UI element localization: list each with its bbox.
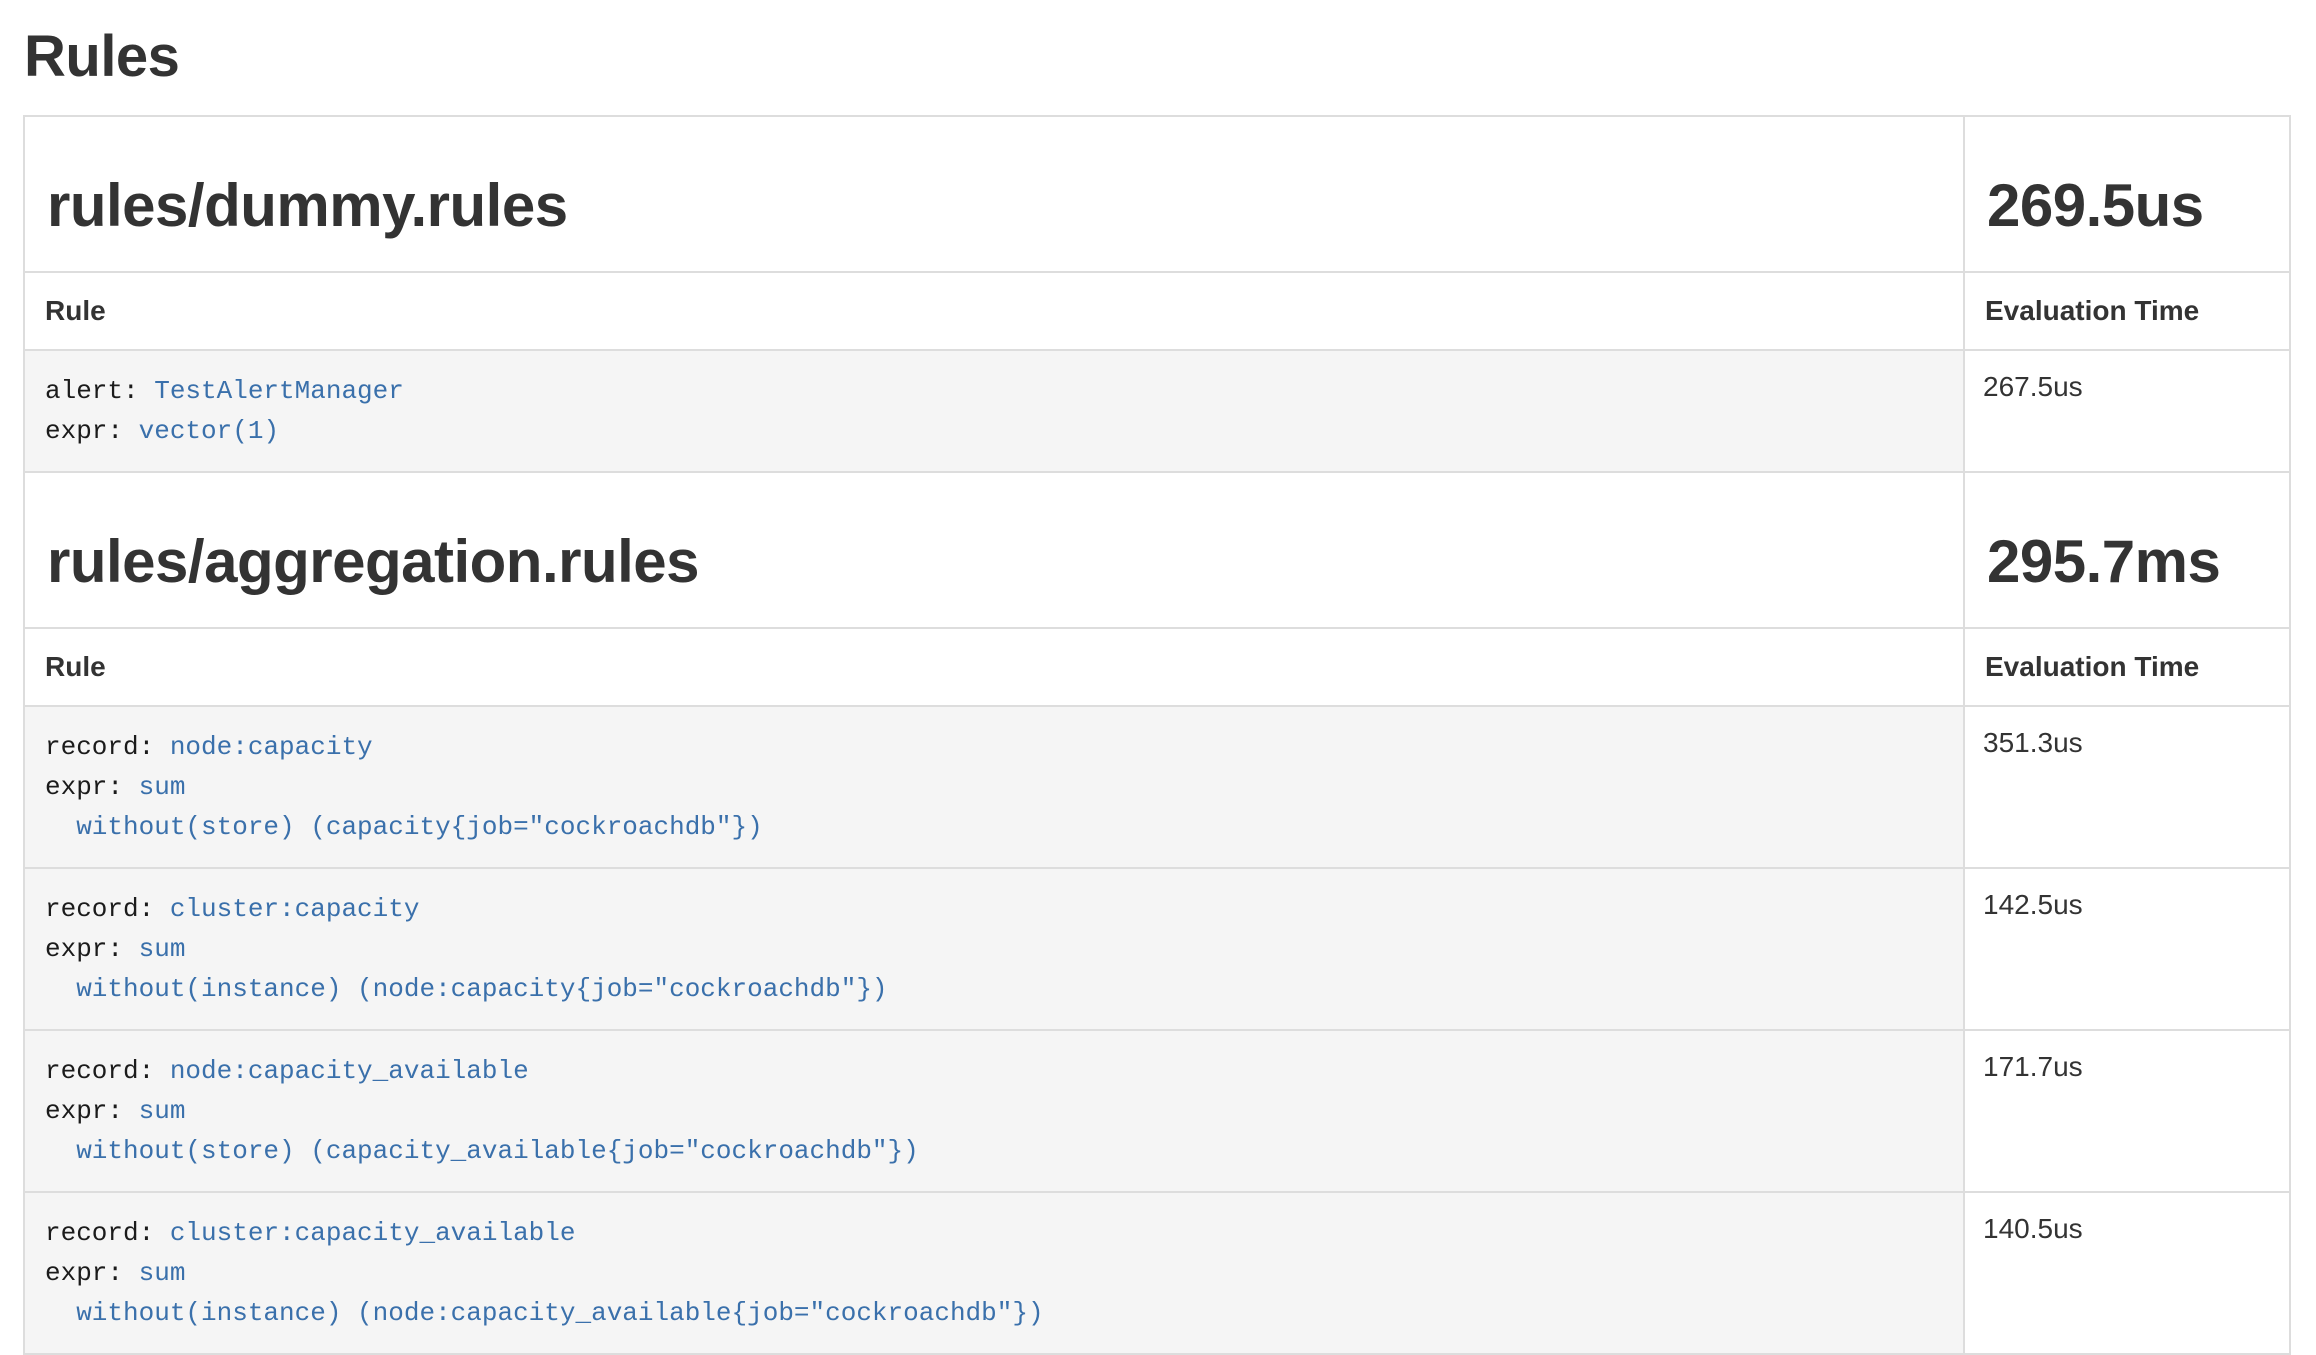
rule-type-label: record:	[45, 732, 170, 762]
rule-group-header-row: rules/dummy.rules 269.5us	[24, 116, 2290, 272]
rule-definition: record: cluster:capacity expr: sum witho…	[45, 889, 1943, 1009]
column-header-row: Rule Evaluation Time	[24, 628, 2290, 706]
expr-label: expr:	[45, 772, 139, 802]
rule-group-time-cell: 269.5us	[1964, 116, 2290, 272]
rules-page: Rules rules/dummy.rules 269.5us Rule Eva…	[0, 24, 2316, 1355]
rule-definition-cell: record: node:capacity expr: sum without(…	[24, 706, 1964, 868]
evaluation-time-column-header: Evaluation Time	[1964, 628, 2290, 706]
rule-evaluation-time: 171.7us	[1964, 1030, 2290, 1192]
rule-group-time-cell: 295.7ms	[1964, 472, 2290, 628]
column-header-row: Rule Evaluation Time	[24, 272, 2290, 350]
rule-name-link[interactable]: node:capacity	[170, 732, 373, 762]
rule-group-evaluation-time: 295.7ms	[1987, 529, 2267, 595]
rule-type-label: record:	[45, 894, 170, 924]
expr-label: expr:	[45, 934, 139, 964]
rule-definition-cell: record: cluster:capacity_available expr:…	[24, 1192, 1964, 1354]
rule-expr-link[interactable]: sum without(store) (capacity_available{j…	[45, 1096, 919, 1166]
rule-evaluation-time: 267.5us	[1964, 350, 2290, 472]
rule-name-link[interactable]: node:capacity_available	[170, 1056, 529, 1086]
rule-type-label: alert:	[45, 376, 154, 406]
rule-group-header-row: rules/aggregation.rules 295.7ms	[24, 472, 2290, 628]
rules-table: rules/dummy.rules 269.5us Rule Evaluatio…	[23, 115, 2291, 1355]
rule-row: record: node:capacity expr: sum without(…	[24, 706, 2290, 868]
rule-expr-link[interactable]: sum without(instance) (node:capacity_ava…	[45, 1258, 1044, 1328]
page-title: Rules	[24, 24, 2290, 91]
rule-expr-link[interactable]: sum without(store) (capacity{job="cockro…	[45, 772, 763, 842]
rule-row: alert: TestAlertManager expr: vector(1) …	[24, 350, 2290, 472]
rule-type-label: record:	[45, 1056, 170, 1086]
rule-name-link[interactable]: cluster:capacity	[170, 894, 420, 924]
rule-group-name-cell: rules/dummy.rules	[24, 116, 1964, 272]
rule-evaluation-time: 351.3us	[1964, 706, 2290, 868]
rule-group-name-cell: rules/aggregation.rules	[24, 472, 1964, 628]
rule-column-header: Rule	[24, 272, 1964, 350]
rule-row: record: cluster:capacity expr: sum witho…	[24, 868, 2290, 1030]
rule-definition: record: node:capacity expr: sum without(…	[45, 727, 1943, 847]
evaluation-time-column-header: Evaluation Time	[1964, 272, 2290, 350]
rule-group-evaluation-time: 269.5us	[1987, 173, 2267, 239]
rule-group-name: rules/aggregation.rules	[47, 529, 1941, 595]
rule-name-link[interactable]: cluster:capacity_available	[170, 1218, 576, 1248]
rule-column-header: Rule	[24, 628, 1964, 706]
rule-definition: alert: TestAlertManager expr: vector(1)	[45, 371, 1943, 451]
rule-definition: record: node:capacity_available expr: su…	[45, 1051, 1943, 1171]
rule-definition-cell: record: node:capacity_available expr: su…	[24, 1030, 1964, 1192]
rule-type-label: record:	[45, 1218, 170, 1248]
rule-definition-cell: alert: TestAlertManager expr: vector(1)	[24, 350, 1964, 472]
rule-name-link[interactable]: TestAlertManager	[154, 376, 404, 406]
rule-definition: record: cluster:capacity_available expr:…	[45, 1213, 1943, 1333]
rule-row: record: cluster:capacity_available expr:…	[24, 1192, 2290, 1354]
rule-evaluation-time: 140.5us	[1964, 1192, 2290, 1354]
expr-label: expr:	[45, 1096, 139, 1126]
rule-expr-link[interactable]: vector(1)	[139, 416, 279, 446]
rule-evaluation-time: 142.5us	[1964, 868, 2290, 1030]
expr-label: expr:	[45, 416, 139, 446]
expr-label: expr:	[45, 1258, 139, 1288]
rule-row: record: node:capacity_available expr: su…	[24, 1030, 2290, 1192]
rule-group-name: rules/dummy.rules	[47, 173, 1941, 239]
rule-expr-link[interactable]: sum without(instance) (node:capacity{job…	[45, 934, 888, 1004]
rule-definition-cell: record: cluster:capacity expr: sum witho…	[24, 868, 1964, 1030]
